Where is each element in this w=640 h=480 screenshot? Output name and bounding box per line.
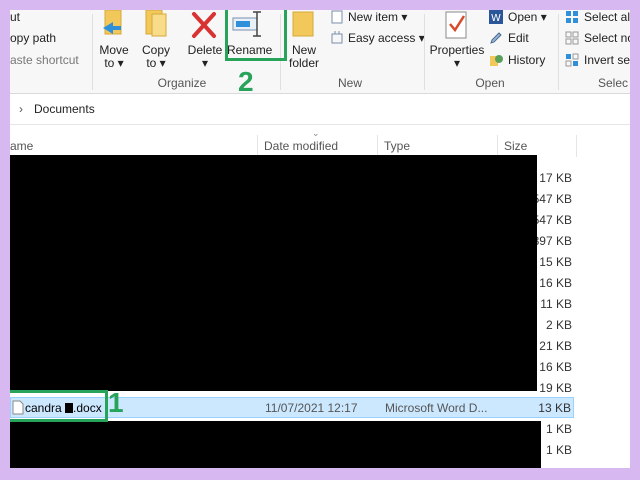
separator (257, 135, 258, 157)
move-to-label-2: to ▾ (104, 56, 124, 70)
file-explorer-window: ut opy path aste shortcut Move to ▾ Copy… (10, 10, 630, 468)
new-folder-button[interactable]: New folder (286, 10, 322, 74)
organize-group-label: Organize (157, 76, 207, 90)
file-date: 11/07/2021 12:17 (265, 401, 358, 415)
column-header-name[interactable]: ame (10, 135, 33, 157)
copy-path-button[interactable]: opy path (10, 31, 56, 45)
pencil-icon (490, 32, 502, 44)
new-item-icon (331, 10, 343, 24)
column-header-date[interactable]: Date modified (264, 135, 338, 157)
invert-selection-label: Invert sel (584, 53, 630, 67)
move-to-button[interactable]: Move to ▾ (96, 10, 132, 74)
invert-selection-icon (565, 53, 579, 67)
column-header-size[interactable]: Size (504, 135, 527, 157)
separator (576, 135, 577, 157)
properties-dropdown-icon[interactable]: ▾ (428, 57, 486, 70)
new-item-label: New item (348, 10, 399, 24)
delete-icon (192, 12, 216, 38)
ribbon: ut opy path aste shortcut Move to ▾ Copy… (10, 10, 630, 94)
word-icon: W (489, 10, 503, 24)
file-size: 13 KB (538, 401, 571, 415)
step-2-label: 2 (238, 66, 254, 97)
history-label: History (508, 53, 546, 67)
folder-icon (292, 11, 314, 37)
cut-button[interactable]: ut (10, 10, 20, 24)
paste-shortcut-button[interactable]: aste shortcut (10, 53, 79, 67)
delete-dropdown-icon[interactable]: ▾ (184, 57, 226, 70)
svg-text:W: W (491, 13, 501, 24)
separator (424, 14, 425, 90)
delete-button[interactable]: Delete ▾ (184, 10, 226, 74)
chevron-right-icon[interactable]: › (19, 102, 23, 116)
highlight-file (10, 390, 108, 422)
separator (497, 135, 498, 157)
easy-access-icon (331, 31, 343, 44)
move-to-icon (103, 10, 122, 35)
select-all-label: Select all (584, 10, 630, 24)
new-group-label: New (337, 76, 362, 90)
highlight-rename (225, 10, 287, 61)
redacted-area (10, 421, 541, 468)
open-label: Open (508, 10, 538, 24)
copy-to-button[interactable]: Copy to ▾ (138, 10, 174, 74)
column-header-type[interactable]: Type (384, 135, 410, 157)
edit-label: Edit (508, 31, 529, 45)
column-headers: ame ⌄ Date modified Type Size (10, 128, 630, 157)
select-all-icon (566, 11, 578, 23)
separator (92, 14, 93, 90)
step-1-label: 1 (108, 387, 124, 418)
new-folder-label-2: folder (288, 56, 320, 70)
file-type: Microsoft Word D... (385, 401, 488, 415)
history-icon (490, 55, 503, 66)
properties-button[interactable]: Properties ▾ (428, 10, 486, 74)
easy-access-label: Easy access (348, 31, 416, 45)
select-group-label: Selec (598, 76, 629, 90)
separator (377, 135, 378, 157)
select-none-label: Select no (584, 31, 630, 45)
redacted-area (10, 155, 537, 391)
address-bar[interactable]: › Documents (10, 94, 630, 125)
copy-to-icon (145, 10, 167, 37)
select-none-icon (565, 31, 579, 45)
separator (558, 14, 559, 90)
copy-to-label-2: to ▾ (146, 56, 166, 70)
open-group-label: Open (475, 76, 505, 90)
properties-icon (445, 11, 467, 39)
breadcrumb-documents[interactable]: Documents (34, 102, 95, 116)
